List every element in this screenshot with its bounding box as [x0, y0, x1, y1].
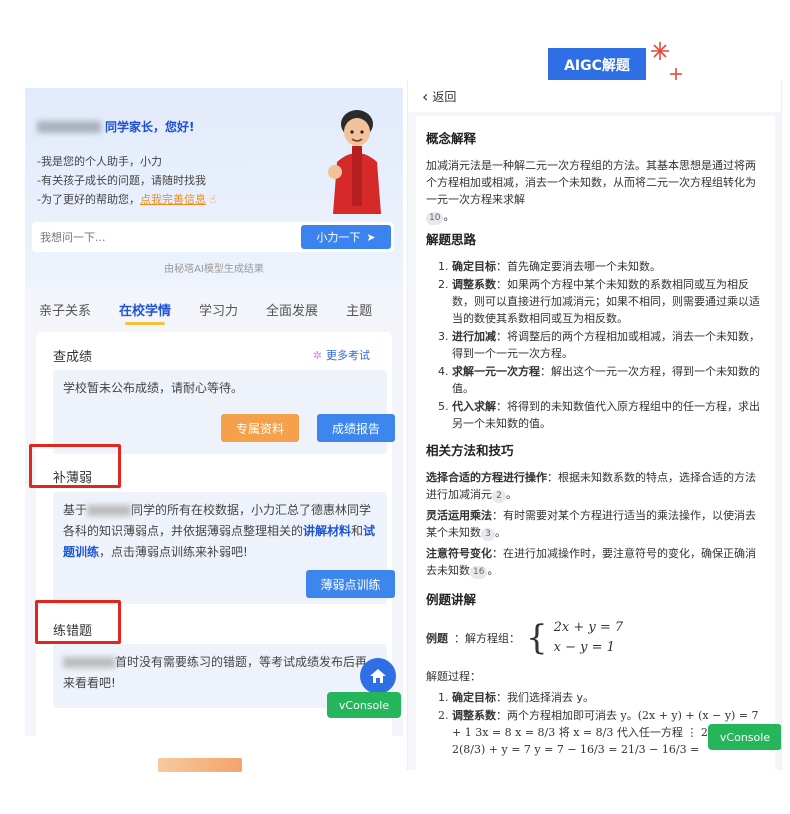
blurred-name	[63, 657, 115, 668]
weak-text-d: ，点击薄弱点训练来补弱吧!	[99, 545, 248, 559]
tab-parent-child[interactable]: 亲子关系	[25, 300, 105, 319]
approach-steps: 确定目标：首先确定要消去哪一个未知数。 调整系数：如果两个方程中某个未知数的系数…	[452, 258, 765, 432]
send-icon: ➤	[366, 230, 376, 244]
approach-step: 调整系数：如果两个方程中某个未知数的系数相同或互为相反数，则可以直接进行加减消元…	[452, 276, 765, 327]
solution-area: 概念解释 加减消元法是一种解二元一次方程组的方法。其基本思想是通过将两个方程相加…	[408, 112, 781, 770]
hand-icon: ☝	[209, 193, 217, 206]
reference-chip[interactable]: 2	[492, 490, 506, 503]
school-card: 查成绩 ✲ 更多考试 学校暂未公布成绩，请耐心等待。 专属资料 成绩报告 补薄弱…	[36, 332, 395, 736]
tab-theme[interactable]: 主题	[332, 300, 386, 319]
process-title: 解题过程：	[426, 670, 481, 683]
equation-2: x − y = 1	[553, 640, 615, 655]
scores-title: 查成绩	[53, 350, 93, 365]
complete-info-link[interactable]: 点我完善信息	[140, 193, 206, 206]
example-text: ：解方程组：	[454, 631, 520, 645]
tip-item: 灵活运用乘法：有时需要对某个方程进行适当的乘法操作，以使消去某个未知数 3。	[426, 509, 756, 541]
sparkle-icon	[651, 42, 682, 80]
example-problem: 例题 ：解方程组： { 2x + y = 7 x − y = 1	[426, 618, 765, 658]
generated-note: 由秘塔AI模型生成结果	[164, 264, 264, 275]
more-exams-link[interactable]: ✲ 更多考试	[313, 347, 370, 363]
bottom-decoration	[158, 758, 242, 772]
concept-title: 概念解释	[426, 131, 477, 146]
equation-1: 2x + y = 7	[553, 620, 624, 635]
example-title: 例题讲解	[426, 592, 477, 607]
approach-title: 解题思路	[426, 232, 477, 247]
assistant-hero: 同学家长，您好! -我是您的个人助手，小力 -有关孩子成长的问题，请随时找我 -…	[25, 88, 403, 288]
ask-input[interactable]	[32, 230, 301, 244]
assistant-intro: -我是您的个人助手，小力 -有关孩子成长的问题，请随时找我 -为了更好的帮助您，…	[37, 152, 216, 209]
tab-learning-ability[interactable]: 学习力	[185, 300, 252, 319]
screenshot-root: 同学家长，您好! -我是您的个人助手，小力 -有关孩子成长的问题，请随时找我 -…	[0, 0, 790, 814]
tips-title: 相关方法和技巧	[426, 443, 514, 458]
weak-training-button[interactable]: 薄弱点训练	[306, 570, 395, 598]
approach-step: 代入求解：将得到的未知数值代入原方程组中的任一方程，求出另一个未知数的值。	[452, 398, 765, 432]
chevron-left-icon: ‹	[422, 86, 429, 106]
more-exams-label: 更多考试	[326, 349, 370, 362]
tip-item: 注意符号变化：在进行加减操作时，要注意符号的变化，确保正确消去未知数 16。	[426, 547, 756, 579]
greeting-text: 同学家长，您好!	[105, 120, 195, 134]
equation-system: 2x + y = 7 x − y = 1	[554, 618, 624, 658]
vconsole-button-right[interactable]: vConsole	[708, 724, 781, 750]
tab-bar: 亲子关系 在校学情 学习力 全面发展 主题	[25, 292, 403, 326]
materials-link[interactable]: 讲解材料	[303, 524, 351, 538]
back-label: 返回	[432, 89, 457, 104]
intro-line-2: -有关孩子成长的问题，请随时找我	[37, 174, 206, 187]
ask-button-label: 小力一下	[316, 231, 361, 244]
scores-message: 学校暂未公布成绩，请耐心等待。	[63, 381, 244, 395]
solution-content: 概念解释 加减消元法是一种解二元一次方程组的方法。其基本思想是通过将两个方程相加…	[416, 116, 775, 770]
approach-step: 确定目标：首先确定要消去哪一个未知数。	[452, 258, 765, 275]
vconsole-button-left[interactable]: vConsole	[327, 692, 401, 718]
reference-chip[interactable]: 3	[481, 528, 495, 541]
concept-text: 加减消元法是一种解二元一次方程组的方法。其基本思想是通过将两个方程相加或相减，消…	[426, 159, 756, 225]
process-step: 确定目标：我们选择消去 y。	[452, 689, 765, 706]
approach-step: 求解一元一次方程：解出这个一元一次方程，得到一个未知数的值。	[452, 363, 765, 397]
home-button[interactable]	[360, 658, 396, 694]
highlight-frame-mistakes	[35, 600, 121, 644]
sparkle-icon: ✲	[312, 348, 322, 362]
reference-chip[interactable]: 10	[426, 212, 444, 225]
blurred-name	[37, 120, 101, 133]
reference-chip[interactable]: 16	[470, 566, 488, 579]
home-icon	[370, 669, 386, 683]
right-panel: ‹ 返回 概念解释 加减消元法是一种解二元一次方程组的方法。其基本思想是通过将两…	[407, 80, 782, 770]
weak-text-c: 和	[351, 524, 364, 538]
intro-line-1: -我是您的个人助手，小力	[37, 155, 162, 168]
tab-development[interactable]: 全面发展	[252, 300, 332, 319]
greeting: 同学家长，您好!	[37, 118, 194, 135]
materials-button[interactable]: 专属资料	[221, 414, 299, 442]
left-panel: 同学家长，您好! -我是您的个人助手，小力 -有关孩子成长的问题，请随时找我 -…	[25, 88, 403, 736]
ask-button[interactable]: 小力一下 ➤	[301, 225, 391, 249]
intro-line-3: -为了更好的帮助您，点我完善信息 ☝	[37, 193, 217, 206]
tip-item: 选择合适的方程进行操作：根据未知数系数的特点，选择合适的方法进行加减消元 2。	[426, 471, 756, 503]
example-label: 例题	[426, 631, 448, 645]
approach-step: 进行加减：将调整后的两个方程相加或相减，消去一个未知数，得到一个一元一次方程。	[452, 328, 765, 362]
tab-school-status[interactable]: 在校学情	[105, 300, 185, 325]
weak-text-a: 基于	[63, 503, 88, 517]
mascot-illustration	[328, 110, 381, 214]
ask-bar: 小力一下 ➤	[32, 222, 394, 252]
brace-icon: {	[526, 618, 548, 658]
aigc-badge: AIGC解题	[548, 48, 646, 82]
report-button[interactable]: 成绩报告	[317, 414, 395, 442]
highlight-frame-weak	[29, 444, 121, 488]
back-button[interactable]: ‹ 返回	[408, 80, 781, 112]
blurred-name	[87, 505, 132, 516]
